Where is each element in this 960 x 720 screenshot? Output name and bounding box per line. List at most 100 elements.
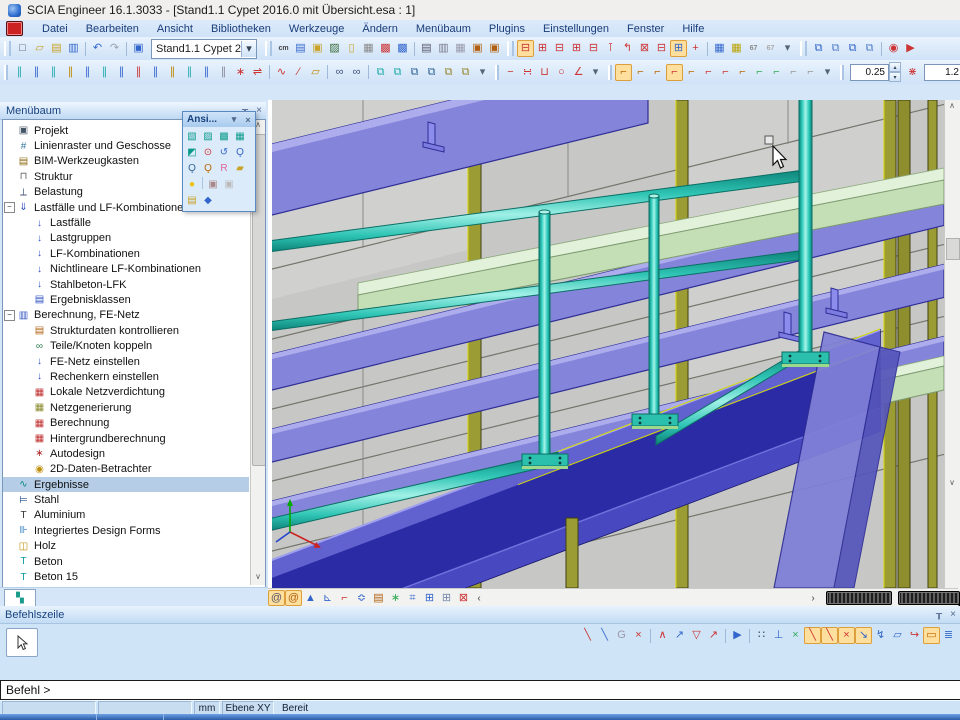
section-view-icon[interactable]: ≎: [353, 590, 370, 606]
layers-icon[interactable]: ▤: [292, 40, 309, 57]
support-subsoil-icon[interactable]: ⌐: [734, 64, 751, 81]
snap-curve-icon[interactable]: ↪: [906, 627, 923, 644]
member-beam-2-icon[interactable]: ∥: [198, 64, 215, 81]
menu-einstellungen[interactable]: Einstellungen: [534, 22, 618, 36]
toolbar-grip[interactable]: [840, 65, 844, 80]
tree-item-lastfaelle[interactable]: ↓Lastfälle: [3, 215, 249, 230]
print-picture-disabled-icon[interactable]: ▣: [221, 177, 237, 193]
member-misc-icon[interactable]: ∥: [215, 64, 232, 81]
support-node-icon[interactable]: ⌐: [700, 64, 717, 81]
status-units[interactable]: mm: [194, 701, 220, 715]
snap-line-icon[interactable]: ╲: [579, 627, 596, 644]
close-icon[interactable]: ×: [241, 115, 255, 125]
window-tile-v-icon[interactable]: ⧉: [861, 40, 878, 57]
light-bulb-icon[interactable]: ●: [184, 177, 200, 193]
snap-cross-red-icon[interactable]: ×: [838, 627, 855, 644]
menu-hilfe[interactable]: Hilfe: [673, 22, 713, 36]
tree-item-lokale-netzverdichtung[interactable]: ▦Lokale Netzverdichtung: [3, 385, 249, 400]
clip-front-icon[interactable]: @: [268, 590, 285, 606]
snap-perp-icon[interactable]: ▽: [688, 627, 705, 644]
window-cascade-icon[interactable]: ⧉: [827, 40, 844, 57]
snap-endpoint-icon[interactable]: ∧: [654, 627, 671, 644]
member-wall-icon[interactable]: ∥: [113, 64, 130, 81]
print-icon[interactable]: ▤: [418, 40, 435, 57]
rotate-roller-horizontal-1[interactable]: [826, 591, 892, 605]
table-view-2-icon[interactable]: ⊞: [438, 590, 455, 606]
filter-b2-icon[interactable]: ⊞: [534, 40, 551, 57]
copy-add-2-icon[interactable]: ⧉: [389, 64, 406, 81]
tree-item-holz[interactable]: ◫Holz: [3, 539, 249, 554]
scroll-up-icon[interactable]: ∧: [945, 101, 959, 113]
view-flag-icon[interactable]: ⌐: [336, 590, 353, 606]
snap-dot-grid-icon[interactable]: ∷: [753, 627, 770, 644]
tree-item-stahlbeton-lfk[interactable]: ↓Stahlbeton-LFK: [3, 277, 249, 292]
snap-edge-point-icon[interactable]: ╲: [821, 627, 838, 644]
zoom-window-icon[interactable]: Ǫ: [200, 161, 216, 177]
snap-zigzag-icon[interactable]: ↯: [872, 627, 889, 644]
snap-arc-icon[interactable]: ↘: [855, 627, 872, 644]
copy-add-1-icon[interactable]: ⧉: [372, 64, 389, 81]
pointer-mode-button[interactable]: [6, 628, 38, 657]
tree-item-integriertes-design-forms[interactable]: ⊪Integriertes Design Forms: [3, 523, 249, 538]
zoom-selection-icon[interactable]: R: [216, 161, 232, 177]
menu-ansicht[interactable]: Ansicht: [148, 22, 202, 36]
tree-item-teile-knoten-koppeln[interactable]: ∞Teile/Knoten koppeln: [3, 338, 249, 353]
load-scale-value[interactable]: 0.25: [850, 64, 889, 81]
units-setup-icon[interactable]: cm: [275, 40, 292, 57]
undo-icon[interactable]: ↶: [89, 40, 106, 57]
copy-add-6-icon[interactable]: ⧉: [457, 64, 474, 81]
overflow-icon[interactable]: ▾: [587, 64, 604, 81]
print-picture-icon[interactable]: ▣: [205, 177, 221, 193]
table-view-3-icon[interactable]: ⊠: [455, 590, 472, 606]
center-point-icon[interactable]: +: [687, 40, 704, 57]
snap-line-mid-icon[interactable]: ╲: [596, 627, 613, 644]
snap-cross-green-icon[interactable]: ×: [787, 627, 804, 644]
save-icon[interactable]: ▥: [65, 40, 82, 57]
tree-item-berechnung[interactable]: ▦Berechnung: [3, 415, 249, 430]
pair-nodes-icon[interactable]: ∞: [331, 64, 348, 81]
pin-icon[interactable]: ┰: [932, 609, 946, 620]
view-in-z-icon[interactable]: ▩: [216, 129, 232, 145]
tree-item-netzgenerierung[interactable]: ▦Netzgenerierung: [3, 400, 249, 415]
scroll-right-icon[interactable]: ›: [806, 591, 820, 605]
overflow-icon[interactable]: ▾: [474, 64, 491, 81]
member-star-icon[interactable]: ∗: [232, 64, 249, 81]
tree-item-beton[interactable]: TBeton: [3, 554, 249, 569]
combo-dropdown-icon[interactable]: ▾: [241, 41, 256, 57]
fly-through-icon[interactable]: ▶: [902, 40, 919, 57]
view-in-x-icon[interactable]: ▧: [184, 129, 200, 145]
member-shell-icon[interactable]: ∥: [130, 64, 147, 81]
member-plate-icon[interactable]: ∥: [96, 64, 113, 81]
spinner-up-icon[interactable]: ▴: [889, 62, 901, 72]
support-line-icon[interactable]: ⌐: [683, 64, 700, 81]
tree-item-lastgruppen[interactable]: ↓Lastgruppen: [3, 231, 249, 246]
clip-back-icon[interactable]: @: [285, 590, 302, 606]
scroll-down-icon[interactable]: ∨: [945, 478, 959, 490]
toolbar-grip[interactable]: [4, 65, 8, 80]
display-scale-spinner[interactable]: 1.2 ▴▾: [924, 64, 960, 81]
copy-add-4-icon[interactable]: ⧉: [423, 64, 440, 81]
display-scale-value[interactable]: 1.2: [924, 64, 960, 81]
view-67-icon[interactable]: 67: [745, 40, 762, 57]
scroll-left-icon[interactable]: ‹: [472, 591, 486, 605]
collapse-toggle-icon[interactable]: −: [3, 310, 16, 321]
tree-item-hintergrundberechnung[interactable]: ▦Hintergrundberechnung: [3, 431, 249, 446]
measure-icon[interactable]: ∕: [290, 64, 307, 81]
member-beam-icon[interactable]: ∥: [45, 64, 62, 81]
tree-item-autodesign[interactable]: ∗Autodesign: [3, 446, 249, 461]
menu-werkzeuge[interactable]: Werkzeuge: [280, 22, 353, 36]
menu-menuebaum[interactable]: Menübaum: [407, 22, 480, 36]
filter-b8-icon[interactable]: ⊠: [636, 40, 653, 57]
axo-view-icon[interactable]: ▲: [302, 590, 319, 606]
menubaum-tab-button[interactable]: ▚: [4, 589, 36, 606]
snap-polygon-icon[interactable]: ▱: [889, 627, 906, 644]
toolbar-grip[interactable]: [507, 41, 514, 56]
open-project-icon[interactable]: ▱: [31, 40, 48, 57]
filter-b9-icon[interactable]: ⊟: [653, 40, 670, 57]
palette-title-bar[interactable]: Ansi... ▾ ×: [183, 112, 255, 127]
tree-item-aluminium[interactable]: TAluminium: [3, 508, 249, 523]
save-layout-icon[interactable]: ▦: [711, 40, 728, 57]
member-1d-icon[interactable]: ∥: [11, 64, 28, 81]
overflow-icon[interactable]: ▾: [819, 64, 836, 81]
close-icon[interactable]: ×: [946, 609, 960, 620]
